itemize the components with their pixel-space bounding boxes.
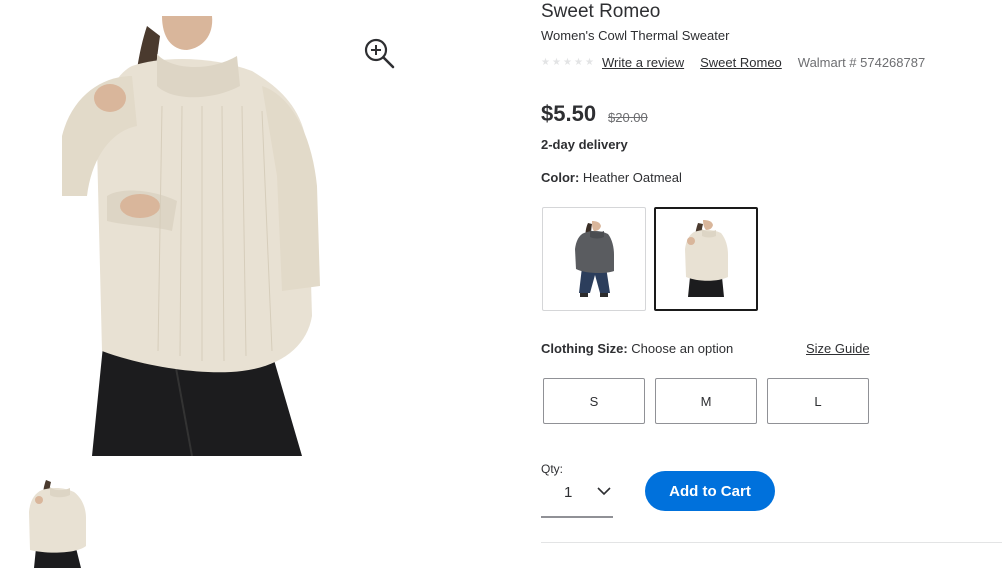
- add-to-cart-button[interactable]: Add to Cart: [645, 471, 775, 511]
- color-selection-label: Color: Heather Oatmeal: [541, 170, 682, 185]
- zoom-in-icon[interactable]: [362, 36, 396, 70]
- main-product-image[interactable]: [62, 16, 320, 456]
- quantity-select[interactable]: 1: [541, 476, 613, 518]
- size-selection-label: Clothing Size: Choose an option: [541, 341, 733, 356]
- was-price: $20.00: [608, 110, 648, 125]
- star-icon: ★: [574, 56, 583, 68]
- selected-color: Heather Oatmeal: [582, 170, 682, 185]
- product-thumbnail[interactable]: [26, 478, 88, 568]
- sweater-photo: [62, 16, 320, 456]
- walmart-number: Walmart # 574268787: [797, 54, 926, 70]
- oatmeal-sweater-swatch-image: [685, 220, 728, 297]
- brand-name: Sweet Romeo: [541, 1, 661, 22]
- size-option-l[interactable]: L: [767, 378, 869, 424]
- brand-link[interactable]: Sweet Romeo: [700, 55, 782, 70]
- color-swatch-gray[interactable]: [542, 207, 646, 311]
- delivery-info: 2-day delivery: [541, 137, 628, 152]
- product-title: Women's Cowl Thermal Sweater: [541, 28, 730, 43]
- color-swatch-heather-oatmeal[interactable]: [654, 207, 758, 311]
- chevron-down-icon: [597, 487, 611, 496]
- star-icon: ★: [563, 56, 572, 68]
- quantity-label: Qty:: [541, 462, 564, 476]
- star-icon: ★: [541, 56, 550, 68]
- size-guide-link[interactable]: Size Guide: [806, 341, 870, 356]
- size-label: Clothing Size:: [541, 341, 628, 356]
- size-option-m[interactable]: M: [655, 378, 757, 424]
- current-price: $5.50: [541, 101, 597, 126]
- sweater-thumbnail-photo: [29, 480, 86, 568]
- color-label: Color:: [541, 170, 580, 185]
- divider: [541, 542, 1002, 543]
- rating-stars: ★ ★ ★ ★ ★: [541, 56, 594, 68]
- gray-sweater-swatch-image: [575, 221, 614, 297]
- size-option-s[interactable]: S: [543, 378, 645, 424]
- rating-row: ★ ★ ★ ★ ★ Write a review Sweet Romeo Wal…: [541, 54, 925, 70]
- quantity-value: 1: [564, 484, 573, 501]
- star-icon: ★: [585, 56, 594, 68]
- star-icon: ★: [552, 56, 561, 68]
- write-review-link[interactable]: Write a review: [602, 55, 684, 70]
- size-value: Choose an option: [631, 341, 734, 356]
